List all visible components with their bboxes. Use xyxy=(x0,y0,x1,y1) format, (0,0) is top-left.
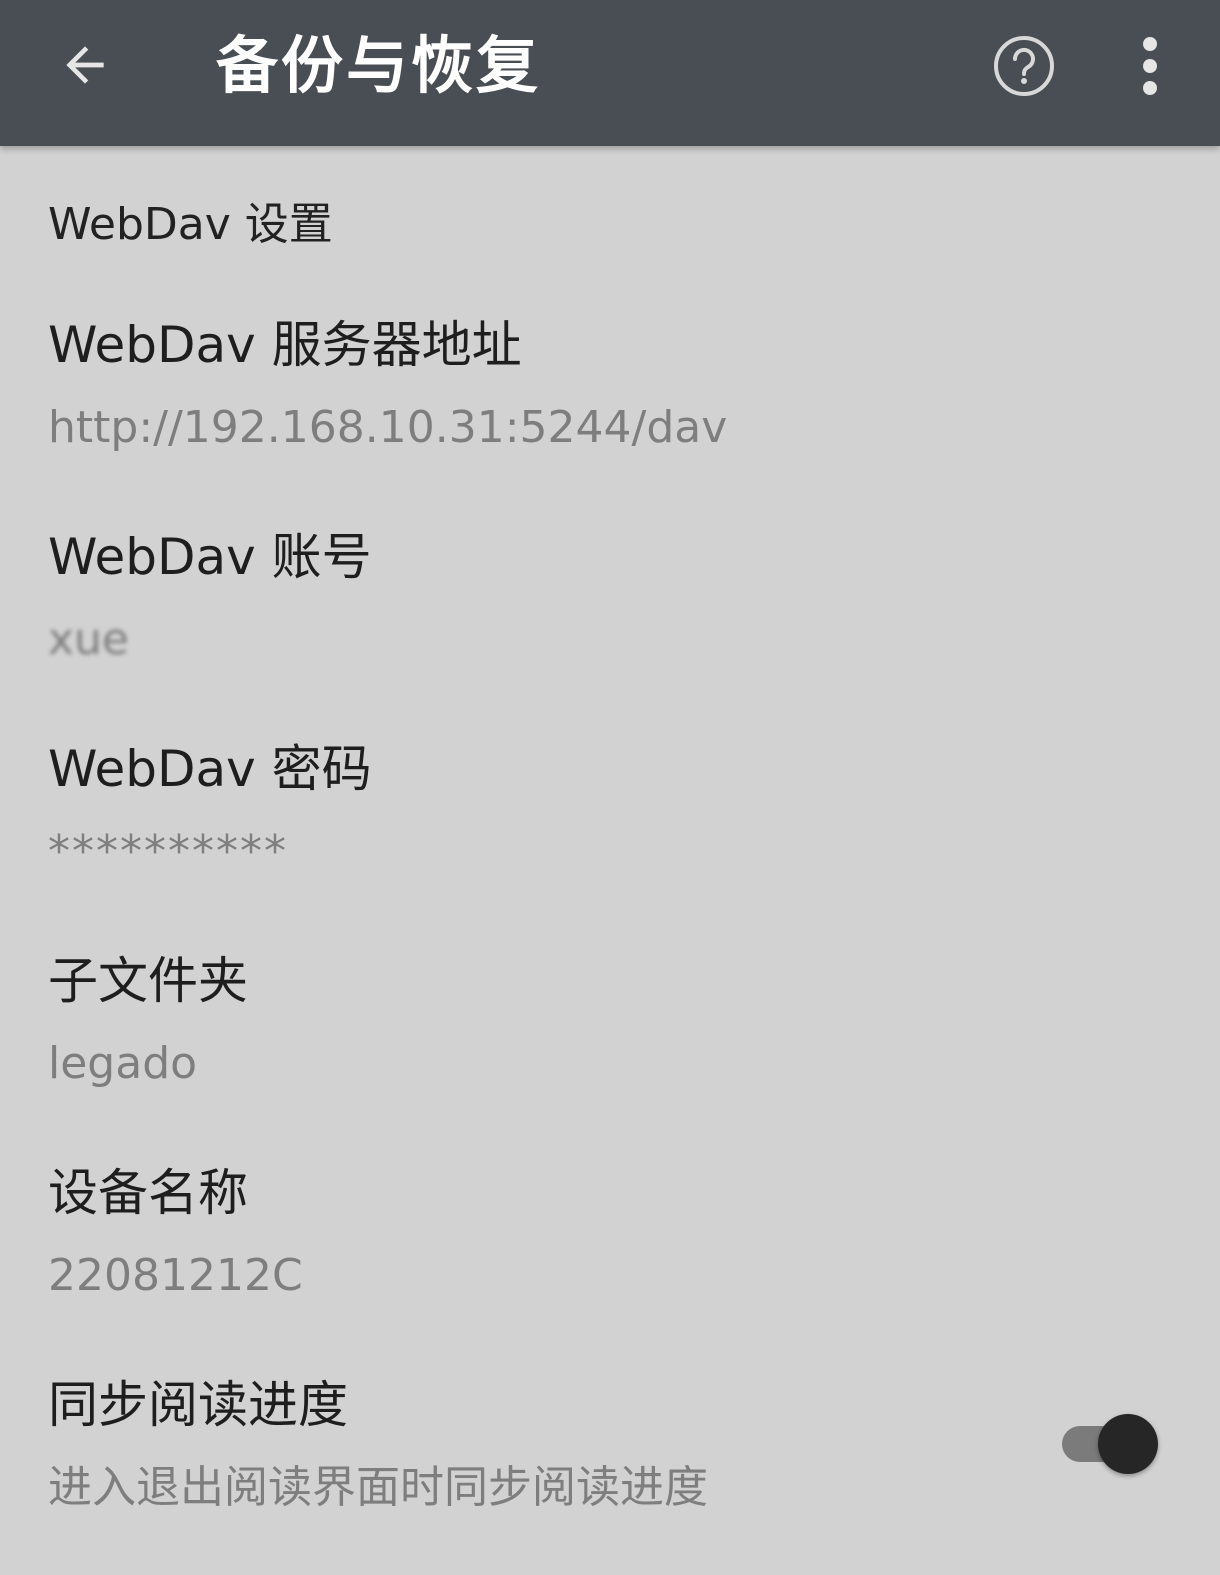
pref-title: WebDav 密码 xyxy=(48,740,372,798)
pref-summary: xue xyxy=(48,614,129,665)
pref-summary: legado xyxy=(48,1038,198,1089)
arrow-left-icon xyxy=(66,46,104,84)
app-toolbar: 备份与恢复 xyxy=(0,0,1220,146)
pref-account[interactable]: WebDav 账号 xue xyxy=(48,524,1048,670)
pref-password[interactable]: WebDav 密码 ********** xyxy=(48,736,1048,882)
help-button[interactable] xyxy=(988,30,1060,102)
pref-title: WebDav 账号 xyxy=(48,528,372,586)
pref-device-name[interactable]: 设备名称 22081212C xyxy=(48,1160,1048,1306)
sync-progress-toggle[interactable] xyxy=(1060,1412,1160,1476)
pref-sync-progress[interactable]: 同步阅读进度 进入退出阅读界面时同步阅读进度 xyxy=(48,1372,1048,1518)
toggle-thumb xyxy=(1098,1414,1158,1474)
pref-title: 子文件夹 xyxy=(48,952,248,1010)
pref-title: 同步阅读进度 xyxy=(48,1376,348,1434)
pref-title: 设备名称 xyxy=(48,1164,248,1222)
pref-subfolder[interactable]: 子文件夹 legado xyxy=(48,948,1048,1094)
help-circle-icon xyxy=(994,36,1054,96)
page-title: 备份与恢复 xyxy=(216,29,542,102)
pref-summary: http://192.168.10.31:5244/dav xyxy=(48,402,728,453)
back-button[interactable] xyxy=(50,30,120,100)
more-options-button[interactable] xyxy=(1120,30,1180,102)
more-vertical-icon xyxy=(1143,37,1157,95)
pref-summary: 22081212C xyxy=(48,1250,303,1301)
pref-title: WebDav 服务器地址 xyxy=(48,316,522,374)
pref-summary: 进入退出阅读界面时同步阅读进度 xyxy=(48,1462,708,1513)
pref-summary: ********** xyxy=(48,826,288,877)
section-header-webdav: WebDav 设置 xyxy=(48,199,333,250)
pref-server-url[interactable]: WebDav 服务器地址 http://192.168.10.31:5244/d… xyxy=(48,312,1048,458)
